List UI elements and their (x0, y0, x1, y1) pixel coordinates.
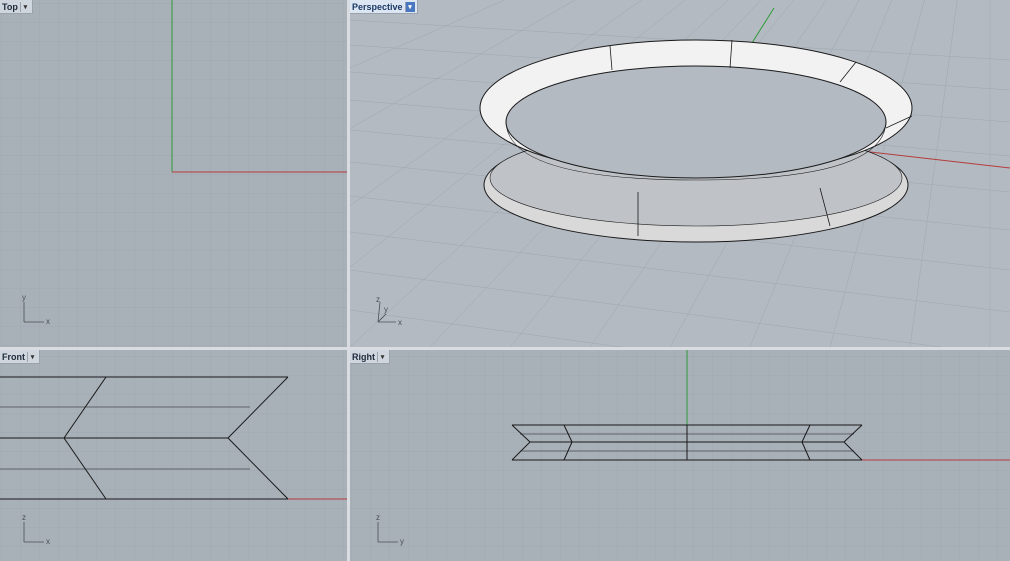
chevron-down-icon[interactable]: ▾ (404, 1, 415, 12)
viewport-tab-right[interactable]: Right ▾ (350, 350, 390, 364)
chevron-down-icon[interactable]: ▾ (27, 351, 37, 362)
svg-text:y: y (384, 305, 388, 314)
svg-text:y: y (22, 293, 26, 302)
viewport-front-canvas[interactable]: z x (0, 350, 347, 561)
viewport-right[interactable]: z y Right ▾ (350, 350, 1010, 561)
svg-text:z: z (376, 295, 380, 304)
viewport-top[interactable]: y x Top ▾ (0, 0, 347, 347)
viewport-right-canvas[interactable]: z y (350, 350, 1010, 561)
viewport-tab-perspective[interactable]: Perspective ▾ (350, 0, 418, 14)
svg-text:x: x (46, 317, 50, 326)
svg-text:x: x (46, 537, 50, 546)
chevron-down-icon[interactable]: ▾ (19, 1, 30, 12)
viewport-tab-top[interactable]: Top ▾ (0, 0, 33, 14)
viewport-title: Front (2, 351, 25, 362)
chevron-down-icon[interactable]: ▾ (377, 351, 387, 362)
svg-text:y: y (400, 537, 404, 546)
viewport-top-canvas[interactable]: y x (0, 0, 347, 347)
viewport-title: Top (2, 1, 18, 12)
svg-text:x: x (398, 318, 402, 327)
viewport-title: Right (352, 351, 375, 362)
viewport-tab-front[interactable]: Front ▾ (0, 350, 40, 364)
svg-text:z: z (376, 513, 380, 522)
viewport-front[interactable]: z x Front ▾ (0, 350, 347, 561)
ring-object (479, 39, 913, 243)
svg-text:z: z (22, 513, 26, 522)
viewport-perspective-canvas[interactable]: z y x (350, 0, 1010, 347)
viewport-perspective[interactable]: z y x Perspective ▾ (350, 0, 1010, 347)
viewport-title: Perspective (352, 1, 403, 12)
